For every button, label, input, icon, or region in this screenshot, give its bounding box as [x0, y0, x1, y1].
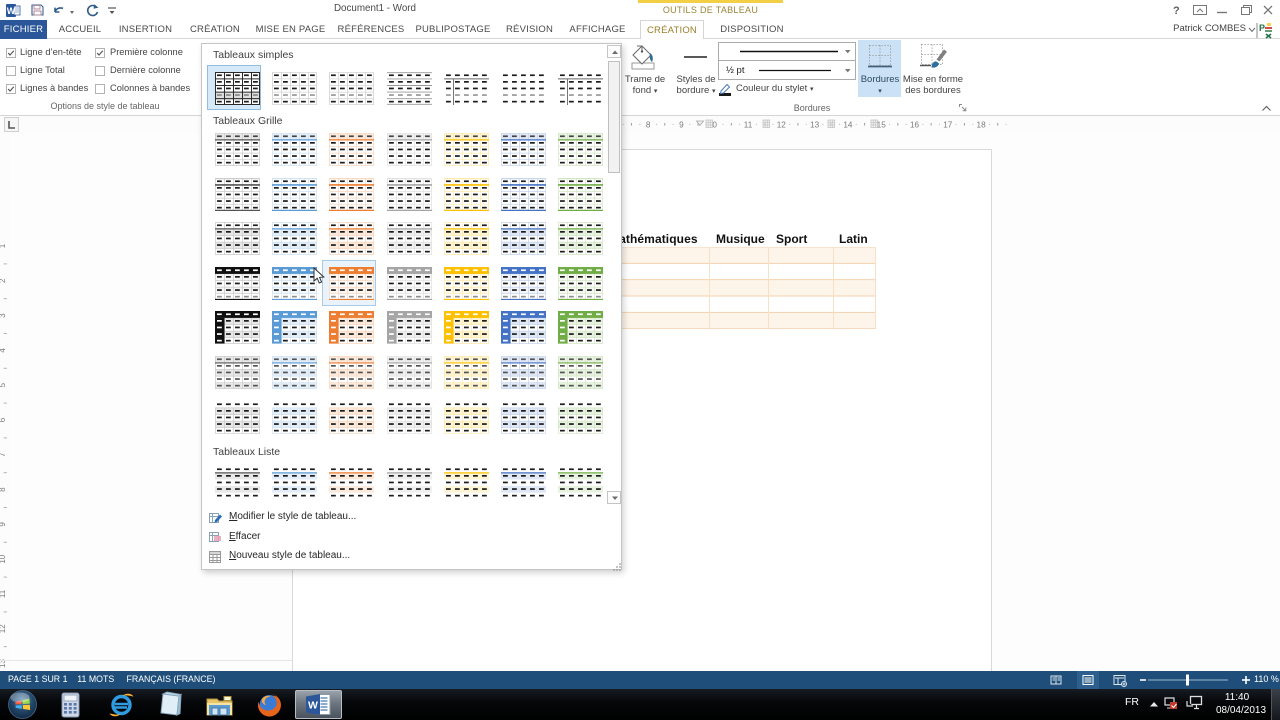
svg-text:P: P — [1259, 23, 1265, 33]
svg-text:9: 9 — [679, 121, 684, 130]
svg-text:5: 5 — [0, 382, 7, 387]
svg-text:18: 18 — [977, 121, 987, 130]
svg-text:16: 16 — [910, 121, 920, 130]
svg-text:0: 0 — [712, 121, 717, 130]
svg-text:17: 17 — [943, 121, 953, 130]
svg-text:7: 7 — [0, 452, 7, 457]
svg-text:4: 4 — [0, 348, 7, 353]
svg-text:W: W — [7, 6, 16, 16]
svg-text:9: 9 — [0, 522, 7, 527]
svg-text:8: 8 — [646, 121, 651, 130]
svg-text:W: W — [308, 700, 318, 712]
svg-text:1: 1 — [0, 243, 7, 248]
svg-text:14: 14 — [843, 121, 853, 130]
svg-text:10: 10 — [0, 554, 7, 563]
svg-text:8: 8 — [0, 487, 7, 492]
svg-text:11: 11 — [0, 589, 7, 598]
svg-text:2: 2 — [0, 278, 7, 283]
svg-text:6: 6 — [0, 417, 7, 422]
svg-text:11: 11 — [744, 121, 753, 130]
svg-text:3: 3 — [0, 313, 7, 318]
svg-text:12: 12 — [0, 624, 7, 633]
svg-text:?: ? — [1173, 5, 1180, 17]
svg-text:12: 12 — [777, 121, 787, 130]
svg-text:15: 15 — [877, 121, 887, 130]
svg-text:13: 13 — [810, 121, 820, 130]
